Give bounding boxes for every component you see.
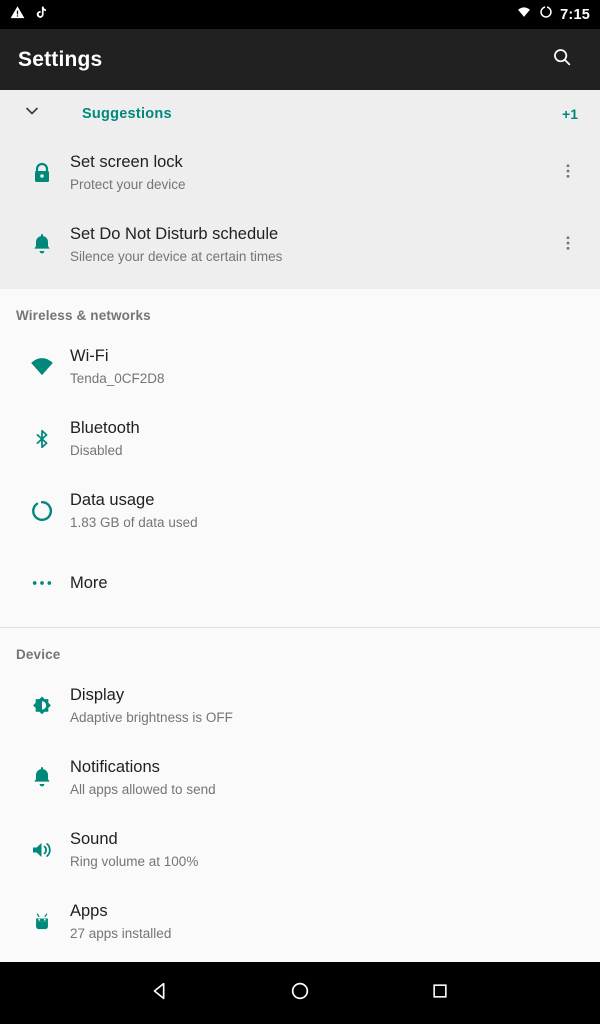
search-icon: [551, 46, 573, 73]
section-header: Wireless & networks: [16, 308, 151, 323]
row-title: Notifications: [70, 758, 160, 776]
app-bar: Settings: [0, 29, 600, 90]
warning-triangle-icon: [10, 5, 25, 25]
suggestions-label: Suggestions: [82, 105, 172, 122]
status-bar-clock: 7:15: [560, 6, 590, 23]
back-triangle-icon: [149, 980, 171, 1007]
suggestion-text: Set screen lock Protect your device: [70, 152, 186, 194]
suggestions-expander[interactable]: [14, 101, 50, 126]
row-subtitle: Protect your device: [70, 177, 186, 192]
more-vert-icon: [559, 162, 577, 185]
section-header: Device: [16, 647, 61, 662]
row-subtitle: Adaptive brightness is OFF: [70, 710, 233, 725]
bluetooth-icon: [14, 427, 70, 451]
suggestions-header[interactable]: Suggestions +1: [0, 90, 600, 137]
settings-item-data-usage[interactable]: Data usage 1.83 GB of data used: [0, 475, 600, 547]
row-title: Display: [70, 686, 125, 704]
row-title: More: [70, 573, 108, 592]
settings-item-text: Wi-Fi Tenda_0CF2D8: [70, 346, 165, 388]
status-bar-left-icons: [10, 5, 48, 25]
settings-item-text: Notifications All apps allowed to send: [70, 757, 216, 799]
row-subtitle: Disabled: [70, 443, 123, 458]
settings-item-text: Sound Ring volume at 100%: [70, 829, 198, 871]
section-device: Device Display Adaptive brightness is OF…: [0, 628, 600, 962]
settings-item-notifications[interactable]: Notifications All apps allowed to send: [0, 742, 600, 814]
overflow-button[interactable]: [550, 162, 586, 185]
wifi-icon: [516, 6, 532, 24]
row-subtitle: Tenda_0CF2D8: [70, 371, 165, 386]
recents-button[interactable]: [412, 965, 468, 1021]
settings-item-display[interactable]: Display Adaptive brightness is OFF: [0, 670, 600, 742]
home-circle-icon: [289, 980, 311, 1007]
app-bar-actions: [542, 40, 582, 80]
settings-item-wifi[interactable]: Wi-Fi Tenda_0CF2D8: [0, 331, 600, 403]
brightness-icon: [14, 694, 70, 718]
home-button[interactable]: [272, 965, 328, 1021]
row-title: Sound: [70, 830, 118, 848]
row-subtitle: 27 apps installed: [70, 926, 172, 941]
bell-icon: [14, 233, 70, 257]
search-button[interactable]: [542, 40, 582, 80]
tiktok-icon: [34, 5, 48, 25]
section-wireless-networks: Wireless & networks Wi-Fi Tenda_0CF2D8 B…: [0, 289, 600, 628]
page-title: Settings: [18, 47, 103, 71]
suggestion-item-screen-lock[interactable]: Set screen lock Protect your device: [0, 137, 600, 209]
row-subtitle: All apps allowed to send: [70, 782, 216, 797]
volume-icon: [14, 838, 70, 862]
row-title: Wi-Fi: [70, 347, 109, 365]
system-navigation-bar: [0, 962, 600, 1024]
bell-icon: [14, 766, 70, 790]
status-bar-right-icons: 7:15: [516, 5, 590, 24]
settings-scroll-area[interactable]: Suggestions +1 Set screen lock Protect y…: [0, 90, 600, 962]
lock-icon: [14, 161, 70, 185]
suggestion-item-dnd-schedule[interactable]: Set Do Not Disturb schedule Silence your…: [0, 209, 600, 281]
row-subtitle: Ring volume at 100%: [70, 854, 199, 869]
more-vert-icon: [559, 234, 577, 257]
settings-item-text: More: [70, 573, 108, 594]
back-button[interactable]: [132, 965, 188, 1021]
settings-item-more[interactable]: More: [0, 547, 600, 619]
row-subtitle: 1.83 GB of data used: [70, 515, 198, 530]
more-horiz-icon: [14, 579, 70, 587]
settings-item-text: Display Adaptive brightness is OFF: [70, 685, 233, 727]
settings-item-bluetooth[interactable]: Bluetooth Disabled: [0, 403, 600, 475]
row-title: Set Do Not Disturb schedule: [70, 225, 279, 243]
suggestions-card: Suggestions +1 Set screen lock Protect y…: [0, 90, 600, 289]
row-subtitle: Silence your device at certain times: [70, 249, 283, 264]
overflow-button[interactable]: [550, 234, 586, 257]
settings-item-apps[interactable]: Apps 27 apps installed: [0, 886, 600, 958]
recents-square-icon: [430, 981, 450, 1006]
android-icon: [14, 910, 70, 934]
chevron-down-icon: [22, 101, 42, 126]
settings-item-text: Apps 27 apps installed: [70, 901, 171, 943]
data-usage-icon: [14, 499, 70, 523]
row-title: Data usage: [70, 491, 155, 509]
row-title: Apps: [70, 902, 108, 920]
settings-item-text: Bluetooth Disabled: [70, 418, 140, 460]
settings-item-text: Data usage 1.83 GB of data used: [70, 490, 198, 532]
suggestions-count-badge[interactable]: +1: [562, 106, 586, 122]
suggestion-text: Set Do Not Disturb schedule Silence your…: [70, 224, 282, 266]
row-title: Bluetooth: [70, 419, 140, 437]
battery-circle-icon: [539, 5, 553, 24]
settings-item-sound[interactable]: Sound Ring volume at 100%: [0, 814, 600, 886]
status-bar: 7:15: [0, 0, 600, 29]
row-title: Set screen lock: [70, 153, 183, 171]
wifi-icon: [14, 354, 70, 380]
